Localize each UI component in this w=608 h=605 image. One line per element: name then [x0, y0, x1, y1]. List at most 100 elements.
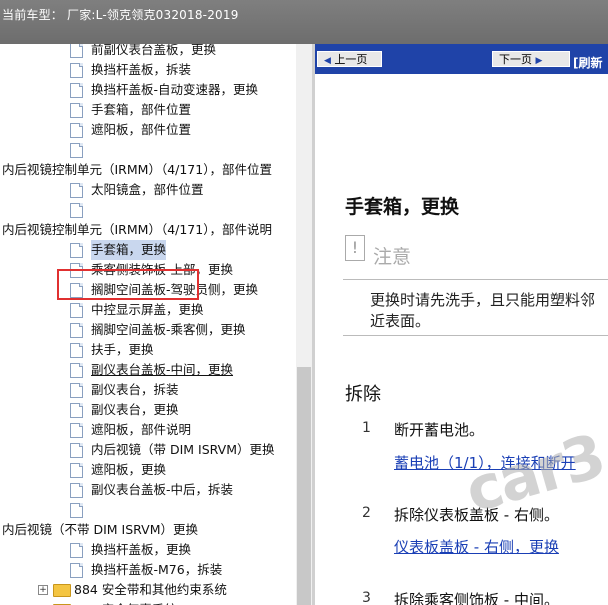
tree-folder-row[interactable]: +884 安全带和其他约束系统	[0, 580, 296, 600]
tree-item-label: 副仪表台盖板-中间，更换	[91, 362, 234, 377]
tree-item-label: 886 安全气囊系统	[74, 600, 177, 605]
tree-item-label: 副仪表台盖板-中后，拆装	[91, 482, 234, 497]
arrow-left-icon: ◀	[324, 56, 331, 66]
notice-text: 更换时请先洗手，且只能用塑料邻近表面。	[370, 291, 596, 330]
tree-item-label: 前副仪表台盖板，更换	[91, 44, 217, 57]
document-icon	[70, 103, 83, 118]
tree-group-label: 内后视镜（不带 DIM ISRVM）更换	[2, 522, 199, 537]
tree-item-row[interactable]: 遮阳板，更换	[0, 460, 296, 480]
document-icon	[70, 423, 83, 438]
tree-group-label: 内后视镜控制单元（IRMM）（4/171），部件位置	[2, 162, 272, 177]
tree-item-label: 副仪表台，拆装	[91, 382, 179, 397]
document-icon	[70, 183, 83, 198]
tree-item-row[interactable]: 遮阳板，部件位置	[0, 120, 296, 140]
tree-item-row[interactable]: 换挡杆盖板，拆装	[0, 60, 296, 80]
tree-item-row[interactable]: 换挡杆盖板-自动变速器，更换	[0, 80, 296, 100]
tree-item-row[interactable]	[0, 140, 296, 160]
refresh-link[interactable]: [刷新	[573, 54, 603, 71]
divider	[343, 279, 608, 280]
document-icon	[70, 303, 83, 318]
document-icon	[70, 483, 83, 498]
tree-item-row[interactable]: 内后视镜（带 DIM ISRVM）更换	[0, 440, 296, 460]
tree-item-row[interactable]: 手套箱，部件位置	[0, 100, 296, 120]
document-icon	[70, 323, 83, 338]
next-page-button[interactable]: 下一页 ▶	[492, 51, 570, 67]
notice-label: 注意	[373, 246, 412, 268]
tree-item-label: 太阳镜盒，部件位置	[91, 182, 204, 197]
tree-item-row[interactable]: 副仪表台，更换	[0, 400, 296, 420]
tree-item-label: 手套箱，更换	[91, 240, 167, 260]
tree-group-label: 内后视镜控制单元（IRMM）（4/171），部件说明	[2, 222, 272, 237]
tree-item-row[interactable]: 太阳镜盒，部件位置	[0, 180, 296, 200]
nav-bar: ◀ 上一页 下一页 ▶ [刷新	[315, 44, 608, 74]
tree-item-label: 换挡杆盖板，拆装	[91, 62, 192, 77]
tree-item-row[interactable]: 中控显示屏盖，更换	[0, 300, 296, 320]
tree-item-label: 手套箱，部件位置	[91, 102, 192, 117]
document-icon	[70, 403, 83, 418]
title-bar: 当前车型： 厂家:L-领克领克032018-2019	[0, 0, 608, 44]
document-icon	[70, 343, 83, 358]
tree-group-row[interactable]: 内后视镜控制单元（IRMM）（4/171），部件说明	[0, 220, 296, 240]
tree-item-label: 遮阳板，更换	[91, 462, 167, 477]
tree-item-label: 副仪表台，更换	[91, 402, 179, 417]
step-text: 拆除乘客侧饰板 - 中间。	[394, 591, 559, 605]
document-icon	[70, 123, 83, 138]
document-icon	[70, 83, 83, 98]
tree-item-row[interactable]: 副仪表台盖板-中后，拆装	[0, 480, 296, 500]
tree-group-row[interactable]: 内后视镜（不带 DIM ISRVM）更换	[0, 520, 296, 540]
tree-item-row[interactable]	[0, 500, 296, 520]
section-title: 拆除	[345, 384, 381, 405]
document-icon	[70, 383, 83, 398]
page-title: 手套箱，更换	[345, 196, 460, 218]
arrow-right-icon: ▶	[535, 56, 543, 66]
step-number: 2	[362, 505, 371, 521]
prev-page-button[interactable]: ◀ 上一页	[317, 51, 382, 67]
tree-item-label: 扶手，更换	[91, 342, 154, 357]
document-icon	[70, 203, 83, 218]
divider	[343, 335, 608, 336]
document-icon	[70, 563, 83, 578]
scrollbar-thumb[interactable]	[297, 367, 311, 605]
expand-icon[interactable]: +	[38, 585, 48, 595]
tree-item-label: 884 安全带和其他约束系统	[74, 582, 227, 597]
document-icon	[70, 63, 83, 78]
document-icon	[70, 44, 83, 58]
next-page-label: 下一页	[499, 53, 532, 66]
tree-group-row[interactable]: 内后视镜控制单元（IRMM）（4/171），部件位置	[0, 160, 296, 180]
tree-item-label: 换挡杆盖板-自动变速器，更换	[91, 82, 259, 97]
tree-item-row[interactable]	[0, 200, 296, 220]
step-number: 1	[362, 420, 371, 436]
tree-item-row[interactable]: 副仪表台，拆装	[0, 380, 296, 400]
tree-item-row[interactable]: 换挡杆盖板，更换	[0, 540, 296, 560]
tree-scrollbar[interactable]	[296, 44, 312, 605]
step-text: 断开蓄电池。	[394, 421, 485, 439]
tree-item-row[interactable]: 手套箱，更换	[0, 240, 296, 260]
tree-item-label: 中控显示屏盖，更换	[91, 302, 204, 317]
tree-item-label: 内后视镜（带 DIM ISRVM）更换	[91, 442, 275, 457]
document-icon	[70, 463, 83, 478]
folder-icon	[53, 584, 71, 597]
step-link[interactable]: 仪表板盖板 - 右侧，更换	[394, 536, 559, 557]
document-icon	[70, 363, 83, 378]
document-icon	[70, 503, 83, 518]
tree-item-row[interactable]: 搁脚空间盖板-乘客侧，更换	[0, 320, 296, 340]
tree-folder-row[interactable]: +886 安全气囊系统	[0, 600, 296, 605]
tree-item-label: 遮阳板，部件位置	[91, 122, 192, 137]
tree-item-row[interactable]: 遮阳板，部件说明	[0, 420, 296, 440]
step-number: 3	[362, 590, 371, 605]
tree-item-row[interactable]: 换挡杆盖板-M76，拆装	[0, 560, 296, 580]
document-icon	[70, 543, 83, 558]
tree-item-row[interactable]: 副仪表台盖板-中间，更换	[0, 360, 296, 380]
tree-item-label: 遮阳板，部件说明	[91, 422, 192, 437]
tree-item-label: 搁脚空间盖板-乘客侧，更换	[91, 322, 246, 337]
document-icon	[70, 443, 83, 458]
tree-item-label: 换挡杆盖板，更换	[91, 542, 192, 557]
tree-item-label: 换挡杆盖板-M76，拆装	[91, 562, 223, 577]
document-icon	[70, 243, 83, 258]
tree-item-row[interactable]: 前副仪表台盖板，更换	[0, 44, 296, 60]
document-icon	[70, 143, 83, 158]
prev-page-label: 上一页	[334, 53, 368, 66]
selection-highlight-box	[57, 269, 199, 300]
notice-icon: !	[345, 235, 365, 261]
tree-item-row[interactable]: 扶手，更换	[0, 340, 296, 360]
